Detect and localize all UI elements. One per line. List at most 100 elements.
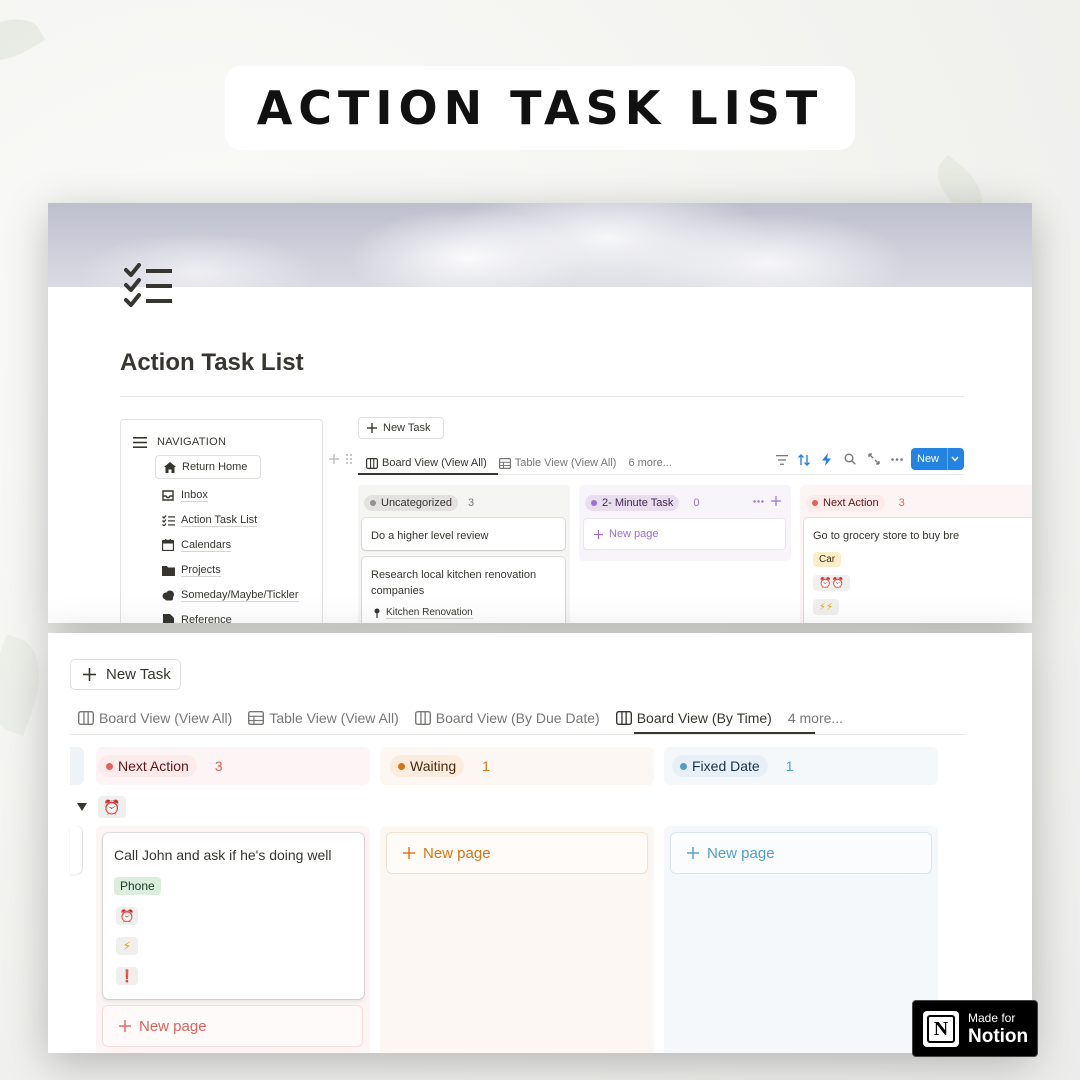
chevron-down-icon[interactable]: [951, 456, 959, 462]
page-title: Action Task List: [120, 349, 304, 376]
leaf-decoration: [0, 634, 54, 736]
new-page-button[interactable]: New page: [386, 832, 648, 874]
new-page-button[interactable]: New page: [670, 832, 932, 874]
calendar-icon: [161, 539, 175, 551]
lightning-icon: ⚡⚡: [813, 599, 840, 615]
exclamation-icon: ❗: [116, 967, 138, 985]
status-dot: [591, 500, 597, 506]
bottom-screenshot: New Task Board View (View All) Table Vie…: [48, 633, 1032, 1053]
nav-item-inbox[interactable]: Inbox: [161, 486, 208, 504]
lightning-icon[interactable]: [822, 453, 831, 466]
alarm-clock-icon: ⏰⏰: [813, 575, 850, 591]
home-icon: [164, 461, 176, 473]
pin-icon: [374, 608, 380, 618]
board-column-waiting: New page: [380, 826, 654, 1053]
badge-line1: Made for: [968, 1011, 1016, 1025]
plus-icon: [119, 1020, 131, 1032]
clipped-column: [70, 747, 84, 785]
board-card[interactable]: Go to grocery store to buy bre Car ⏰⏰ ⚡⚡: [804, 518, 1032, 623]
column-header: Uncategorized 3: [364, 495, 474, 511]
board-icon: [615, 711, 632, 725]
nav-item-calendars[interactable]: Calendars: [161, 536, 232, 554]
sort-icon[interactable]: [798, 454, 810, 466]
add-row-icon[interactable]: [329, 454, 339, 464]
card-tag: Phone: [114, 877, 161, 895]
status-dot: [106, 762, 113, 770]
card-tag: Car: [813, 552, 842, 567]
status-badge: Next Action: [806, 495, 885, 511]
more-icon[interactable]: [753, 500, 764, 503]
active-tab-indicator: [358, 473, 498, 475]
table-icon: [498, 457, 511, 469]
board-card[interactable]: Research local kitchen renovation compan…: [362, 557, 565, 623]
badge-line2: Notion: [968, 1026, 1029, 1047]
expand-icon[interactable]: [868, 453, 880, 465]
column-header-fixed-date: Fixed Date 1: [664, 747, 938, 785]
column-count: 1: [785, 758, 794, 774]
clipped-card: [70, 826, 82, 874]
tab-more-views[interactable]: 4 more...: [788, 701, 843, 735]
tab-more-views[interactable]: 6 more...: [628, 451, 671, 475]
card-title: Research local kitchen renovation compan…: [371, 569, 537, 597]
column-count: 3: [467, 497, 475, 509]
tab-board-view-all[interactable]: Board View (View All): [366, 451, 487, 475]
drag-handle-icon[interactable]: [345, 453, 353, 465]
navigation-header: NAVIGATION: [133, 436, 226, 448]
nav-item-action-task-list[interactable]: Action Task List: [161, 511, 258, 529]
new-record-button[interactable]: New: [911, 448, 964, 470]
board-column-next-action: Next Action 3 Go to grocery store to buy…: [800, 485, 1032, 623]
return-home-button[interactable]: Return Home: [155, 455, 261, 479]
view-tabs: Board View (View All) Table View (View A…: [358, 451, 684, 475]
more-icon[interactable]: [891, 458, 903, 461]
board-column-uncategorized: Uncategorized 3 Do a higher level review…: [358, 485, 570, 623]
column-header: Next Action 3: [806, 495, 905, 511]
tab-table-view-all[interactable]: Table View (View All): [498, 451, 616, 475]
search-icon[interactable]: [844, 453, 856, 465]
nav-item-someday[interactable]: Someday/Maybe/Tickler: [161, 586, 299, 604]
tab-board-view-by-due-date[interactable]: Board View (By Due Date): [414, 701, 600, 735]
nav-item-projects[interactable]: Projects: [161, 561, 221, 579]
column-count: 0: [693, 497, 700, 509]
tab-table-view-all[interactable]: Table View (View All): [248, 701, 399, 735]
board-column-fixed-date: New page: [664, 826, 938, 1053]
status-dot: [812, 500, 818, 506]
board-card[interactable]: Call John and ask if he's doing well Pho…: [103, 833, 364, 999]
alarm-clock-icon: ⏰: [116, 907, 138, 925]
column-header-waiting: Waiting 1: [380, 747, 654, 785]
new-page-button[interactable]: New page: [583, 518, 786, 550]
checklist-icon: [161, 514, 175, 526]
new-task-button[interactable]: New Task: [70, 659, 181, 690]
tab-board-view-all[interactable]: Board View (View All): [78, 701, 232, 735]
column-header: 2- Minute Task 0: [585, 495, 699, 511]
leaf-decoration: [0, 5, 46, 75]
card-title: Go to grocery store to buy bre: [813, 530, 960, 542]
nav-item-reference[interactable]: Reference: [161, 611, 232, 623]
navigation-heading: NAVIGATION: [157, 436, 227, 448]
new-task-button[interactable]: New Task: [358, 417, 444, 439]
status-badge: Uncategorized: [364, 495, 458, 511]
alarm-clock-icon[interactable]: ⏰: [98, 796, 126, 818]
folder-icon: [161, 565, 175, 576]
hero-title: ACTION TASK LIST: [256, 81, 824, 135]
card-relation[interactable]: Kitchen Renovation: [374, 607, 473, 619]
cloud-icon: [161, 590, 175, 601]
status-badge: Fixed Date: [672, 755, 768, 777]
tab-board-view-by-time[interactable]: Board View (By Time): [615, 701, 772, 735]
card-title: Call John and ask if he's doing well: [114, 847, 332, 863]
new-page-button[interactable]: New page: [102, 1005, 363, 1047]
plus-icon: [367, 423, 377, 433]
caret-down-icon[interactable]: [77, 803, 87, 811]
plus-icon: [687, 847, 699, 859]
plus-icon[interactable]: [771, 496, 781, 506]
notion-logo-icon: N: [923, 1011, 959, 1047]
cover-image: [48, 203, 1032, 287]
table-icon: [248, 711, 265, 725]
board-icon: [414, 711, 431, 725]
board-card[interactable]: Do a higher level review: [362, 518, 565, 550]
lightning-icon: ⚡: [116, 937, 138, 955]
board-icon: [366, 457, 378, 469]
filter-icon[interactable]: [776, 455, 788, 465]
top-screenshot: Action Task List NAVIGATION Return Home …: [48, 203, 1032, 623]
hero-title-pill: ACTION TASK LIST: [225, 66, 855, 150]
board-icon: [78, 711, 94, 725]
